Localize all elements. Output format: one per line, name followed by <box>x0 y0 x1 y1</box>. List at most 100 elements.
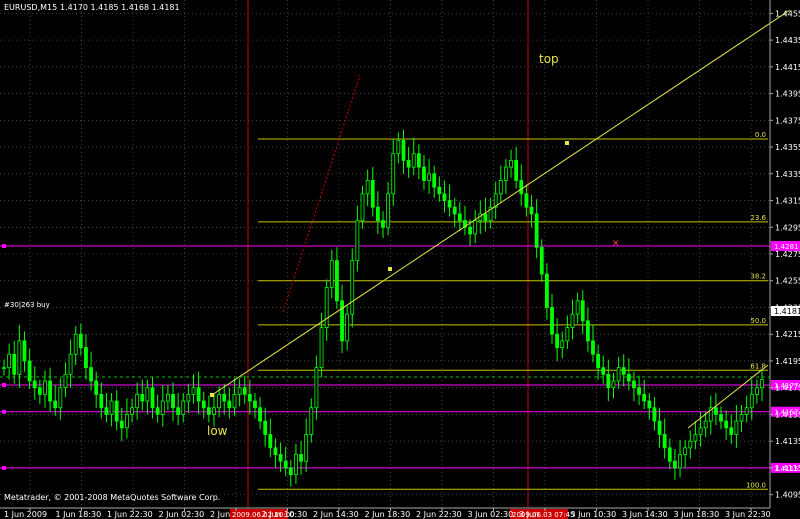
candle-body <box>749 393 754 409</box>
candle-body <box>17 340 22 375</box>
horizontal-line-handle[interactable] <box>2 465 6 470</box>
time-tick-label: 3 Jun 02:30 <box>468 510 514 519</box>
candle-body <box>729 427 734 435</box>
candle-body <box>447 200 452 208</box>
time-tick-label: 3 Jun 18:30 <box>674 510 720 519</box>
trendline-handle[interactable] <box>388 267 392 271</box>
order-line-label: #30|263 buy <box>4 301 50 309</box>
candle-body <box>596 353 601 369</box>
price-tick-label: 1.4335 <box>775 170 800 179</box>
price-tick-label: 1.4095 <box>775 491 800 500</box>
candle-body <box>2 367 6 370</box>
candle-body <box>63 373 68 389</box>
candle-body <box>258 407 262 422</box>
price-tick-label: 1.4295 <box>775 223 800 232</box>
candle-body <box>48 380 52 402</box>
trendline-handle[interactable] <box>210 393 214 397</box>
candle-body <box>119 420 124 429</box>
candle-body <box>375 206 380 221</box>
candle-body <box>7 353 12 369</box>
candle-body <box>514 160 519 181</box>
horizontal-line-handle[interactable] <box>2 409 6 414</box>
candle-body <box>647 400 652 409</box>
time-tick-label: 3 Jun 22:30 <box>725 510 771 519</box>
candle-body <box>283 460 288 469</box>
candle-body <box>340 300 344 342</box>
time-tick-label: 1 Jun 18:30 <box>56 510 102 519</box>
candle-body <box>667 447 672 462</box>
fib-level-label: 100.0 <box>746 481 766 489</box>
time-tick-label: 2 Jun 10:30 <box>262 510 308 519</box>
copyright-text: Metatrader, © 2001-2008 MetaQuotes Softw… <box>4 493 220 502</box>
candle-body <box>560 340 565 348</box>
candle-body <box>94 380 99 395</box>
candle-body <box>114 400 119 422</box>
candle-body <box>437 186 442 195</box>
candle-body <box>734 420 739 435</box>
candle-body <box>565 327 570 342</box>
candle-body <box>504 166 508 181</box>
candle-body <box>422 166 426 181</box>
candle-body <box>416 153 421 168</box>
candle-body <box>253 400 257 409</box>
arrow-marker: ✕ <box>612 239 620 249</box>
candle-body <box>294 454 298 475</box>
candle-body <box>468 226 472 235</box>
candle-body <box>626 373 631 382</box>
candle-body <box>78 333 83 348</box>
price-tick-label: 1.4255 <box>775 277 800 286</box>
candle-body <box>427 173 431 181</box>
candle-body <box>176 407 181 415</box>
candle-body <box>309 407 314 435</box>
candle-body <box>432 173 437 188</box>
fib-level-label: 38.2 <box>750 273 766 281</box>
candle-body <box>181 400 186 415</box>
candle-body <box>237 387 242 395</box>
candle-body <box>637 387 641 395</box>
candle-body <box>401 139 406 161</box>
candle-body <box>155 407 160 415</box>
candle-body <box>130 407 134 415</box>
candle-body <box>171 393 175 409</box>
price-tick-label: 1.4415 <box>775 63 800 72</box>
candle-body <box>27 360 32 382</box>
candle-body <box>355 220 360 262</box>
candle-body <box>232 393 237 409</box>
trendline-handle[interactable] <box>565 141 569 145</box>
current-price-value: 1.4181 <box>774 307 800 316</box>
horizontal-line-handle[interactable] <box>2 243 6 248</box>
candle-body <box>452 206 457 215</box>
candle-body <box>616 367 621 382</box>
candle-body <box>744 407 749 415</box>
candle-body <box>544 273 549 308</box>
candle-body <box>99 393 104 409</box>
price-tick-label: 1.4395 <box>775 90 800 99</box>
candle-body <box>406 160 411 168</box>
candle-body <box>760 379 764 389</box>
candle-body <box>350 260 355 315</box>
time-axis[interactable]: 1 Jun 2009 1 Jun 18:30 1 Jun 22:30 2 Jun 02… <box>4 508 771 519</box>
candle-body <box>391 153 396 195</box>
fib-level-label: 61.8 <box>750 362 766 370</box>
candle-body <box>247 393 252 402</box>
candle-body <box>104 407 109 415</box>
time-tick-label: 2 Jun 02:30 <box>159 510 205 519</box>
candle-body <box>37 387 42 395</box>
candle-body <box>12 353 17 375</box>
mt4-chart-window[interactable]: 2009.06.02 10:00 2009.06.03 07:45 0.0 23.6… <box>0 0 800 519</box>
candle-body <box>442 193 447 201</box>
candle-body <box>206 407 211 415</box>
horizontal-line-handle[interactable] <box>2 383 6 388</box>
chart-canvas[interactable]: 2009.06.02 10:00 2009.06.03 07:45 0.023.6… <box>0 0 800 519</box>
candle-body <box>534 213 539 248</box>
candle-body <box>550 307 554 335</box>
candle-body <box>678 454 682 469</box>
time-tick-label: 3 Jun 10:30 <box>571 510 617 519</box>
candle-body <box>698 427 703 435</box>
candle-body <box>652 407 657 422</box>
candle-body <box>145 387 150 402</box>
candle-body <box>160 400 165 415</box>
time-tick-label: 3 Jun <box>519 510 539 519</box>
candle-body <box>329 260 334 288</box>
time-tick-label: 2 Jun 14:30 <box>313 510 359 519</box>
